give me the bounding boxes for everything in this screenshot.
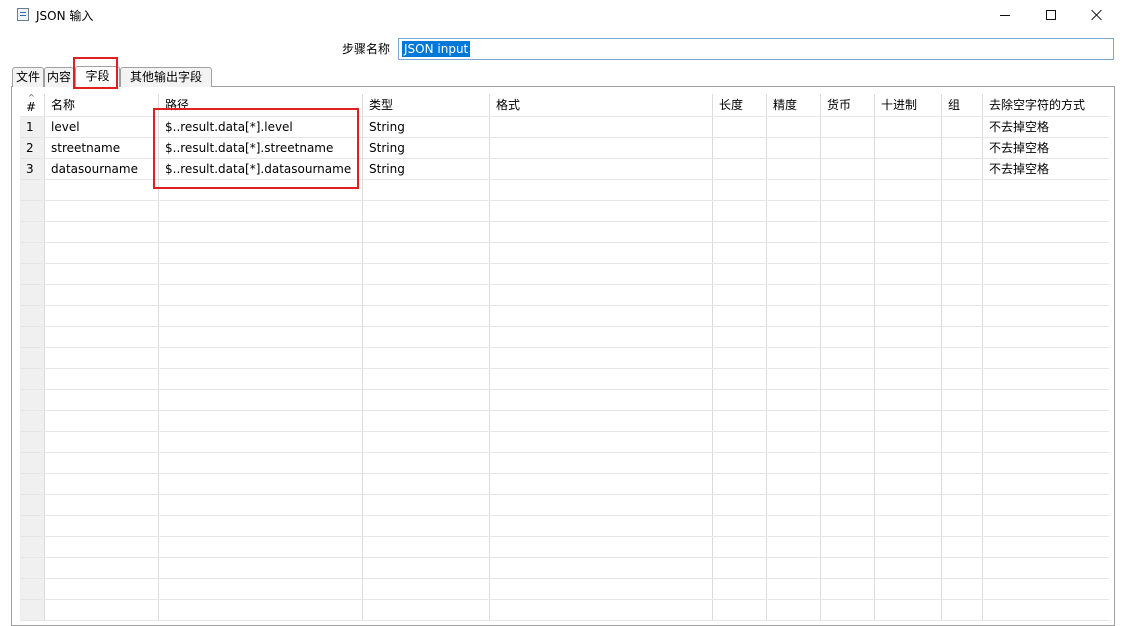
cell-col-path[interactable]: $..result.data[*].level <box>159 117 363 138</box>
row-divider <box>20 368 1109 369</box>
row-divider <box>20 305 1109 306</box>
row-divider <box>20 557 1109 558</box>
window-title: JSON 输入 <box>36 9 94 23</box>
row-divider <box>20 221 1109 222</box>
minimize-icon <box>1000 14 1010 16</box>
cell-col-currency[interactable] <box>821 138 875 159</box>
close-icon <box>1091 9 1103 21</box>
cell-col-type[interactable]: String <box>363 159 490 180</box>
title-bar: JSON 输入 <box>0 0 1122 30</box>
header-col-length[interactable]: 长度 <box>713 95 767 116</box>
minimize-button[interactable] <box>982 0 1028 30</box>
row-divider <box>20 452 1109 453</box>
cell-col-type[interactable]: String <box>363 117 490 138</box>
header-col-name[interactable]: 名称 <box>45 95 159 116</box>
row-divider <box>20 431 1109 432</box>
tab-other-output-fields[interactable]: 其他输出字段 <box>120 67 212 87</box>
cell-col-format[interactable] <box>490 159 713 180</box>
row-divider <box>20 200 1109 201</box>
cell-col-num[interactable]: 2 <box>20 138 45 159</box>
cell-col-path[interactable]: $..result.data[*].datasourname <box>159 159 363 180</box>
header-col-currency[interactable]: 货币 <box>821 95 875 116</box>
header-col-group[interactable]: 组 <box>942 95 983 116</box>
row-divider <box>20 599 1109 600</box>
header-col-decimal[interactable]: 十进制 <box>875 95 942 116</box>
cell-col-length[interactable] <box>713 117 767 138</box>
row-divider <box>20 536 1109 537</box>
cell-col-name[interactable]: datasourname <box>45 159 159 180</box>
cell-col-path[interactable]: $..result.data[*].streetname <box>159 138 363 159</box>
json-input-dialog: JSON 输入 步骤名称 JSON input 文件 内容 字段 其他输出字段 … <box>0 0 1122 626</box>
cell-col-decimal[interactable] <box>875 159 942 180</box>
tab-content[interactable]: 内容 <box>44 67 74 87</box>
row-divider <box>20 326 1109 327</box>
cell-col-precision[interactable] <box>767 159 821 180</box>
cell-col-type[interactable]: String <box>363 138 490 159</box>
cell-col-name[interactable]: streetname <box>45 138 159 159</box>
cell-col-trim[interactable]: 不去掉空格 <box>983 138 1109 159</box>
cell-col-currency[interactable] <box>821 117 875 138</box>
row-divider <box>20 410 1109 411</box>
header-col-precision[interactable]: 精度 <box>767 95 821 116</box>
sort-caret-icon: ^ <box>28 94 35 102</box>
tab-file[interactable]: 文件 <box>12 67 44 87</box>
maximize-icon <box>1046 10 1056 20</box>
cell-col-num[interactable]: 3 <box>20 159 45 180</box>
row-divider <box>20 263 1109 264</box>
cell-col-decimal[interactable] <box>875 117 942 138</box>
step-name-input[interactable]: JSON input <box>398 38 1114 60</box>
cell-col-group[interactable] <box>942 138 983 159</box>
row-divider <box>20 473 1109 474</box>
row-divider <box>20 242 1109 243</box>
cell-col-format[interactable] <box>490 117 713 138</box>
cell-col-precision[interactable] <box>767 117 821 138</box>
maximize-button[interactable] <box>1028 0 1074 30</box>
row-divider <box>20 494 1109 495</box>
cell-col-group[interactable] <box>942 117 983 138</box>
cell-col-precision[interactable] <box>767 138 821 159</box>
step-name-value: JSON input <box>402 41 471 57</box>
cell-col-group[interactable] <box>942 159 983 180</box>
cell-col-currency[interactable] <box>821 159 875 180</box>
cell-col-length[interactable] <box>713 159 767 180</box>
row-divider <box>20 578 1109 579</box>
row-divider <box>20 389 1109 390</box>
close-button[interactable] <box>1074 0 1120 30</box>
step-name-label: 步骤名称 <box>342 42 391 56</box>
dialog-icon <box>17 8 29 21</box>
right-edge <box>1116 86 1122 621</box>
cell-col-length[interactable] <box>713 138 767 159</box>
cell-col-trim[interactable]: 不去掉空格 <box>983 117 1109 138</box>
cell-col-num[interactable]: 1 <box>20 117 45 138</box>
header-col-path[interactable]: 路径 <box>159 95 363 116</box>
row-divider <box>20 284 1109 285</box>
cell-col-format[interactable] <box>490 138 713 159</box>
row-divider <box>20 347 1109 348</box>
header-col-trim[interactable]: 去除空字符的方式 <box>983 95 1109 116</box>
cell-col-trim[interactable]: 不去掉空格 <box>983 159 1109 180</box>
header-col-format[interactable]: 格式 <box>490 95 713 116</box>
tab-fields[interactable]: 字段 <box>75 66 120 87</box>
fields-table[interactable]: # ^ 名称 路径 类型 格式 长度 精度 货币 十进制组去除空字符的方式 1 level $..res… <box>20 94 1109 621</box>
cell-col-decimal[interactable] <box>875 138 942 159</box>
header-col-type[interactable]: 类型 <box>363 95 490 116</box>
cell-col-name[interactable]: level <box>45 117 159 138</box>
row-divider <box>20 515 1109 516</box>
